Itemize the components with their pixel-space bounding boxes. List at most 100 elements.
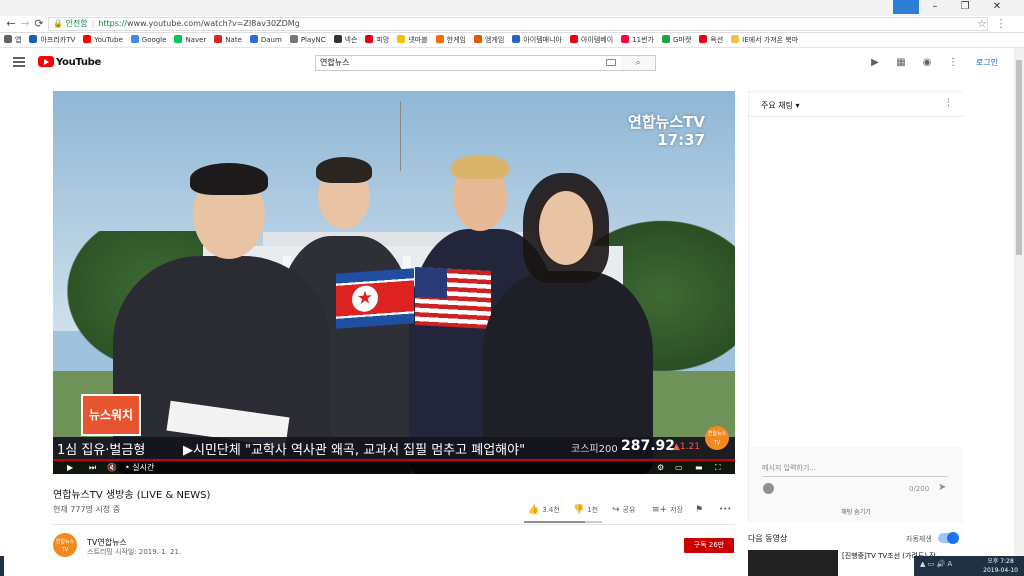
- messages-icon[interactable]: ◉: [921, 57, 933, 69]
- bookmark-item[interactable]: 아이템매니아: [512, 33, 562, 47]
- ticker-logo-line1: 연합뉴스: [707, 431, 727, 437]
- login-link[interactable]: 로그인: [976, 57, 998, 68]
- thumbs-down-icon: 👎: [573, 505, 585, 515]
- bookmark-item[interactable]: 아이템베이: [569, 33, 613, 47]
- bookmark-item[interactable]: 넥슨: [333, 33, 358, 47]
- bookmark-label: Google: [141, 36, 167, 44]
- tray-icons[interactable]: ▲ ▭ 🔊 A: [920, 560, 952, 568]
- ticker-headline: ▶시민단체 "교학사 역사관 왜곡, 교과서 집필 멈추고 폐업해야": [183, 443, 526, 458]
- bookmark-star-icon[interactable]: ☆: [975, 17, 989, 31]
- bookmark-item[interactable]: YouTube: [83, 33, 123, 47]
- bookmark-label: 앱: [15, 36, 22, 44]
- like-button[interactable]: 👍 3.4천: [528, 505, 560, 515]
- bookmark-label: 옥션: [710, 36, 724, 44]
- browser-profile-icon[interactable]: [893, 0, 919, 14]
- close-window-button[interactable]: ✕: [984, 0, 1010, 14]
- video-title: 연합뉴스TV 생방송 (LIVE & NEWS): [53, 490, 211, 501]
- channel-watermark: 연합뉴스TV 17:37: [628, 113, 705, 149]
- bookmark-favicon-icon: [174, 35, 183, 43]
- theater-mode-icon[interactable]: ▬: [695, 461, 703, 474]
- autoplay-toggle[interactable]: [938, 532, 959, 544]
- bookmark-item[interactable]: Naver: [174, 33, 206, 47]
- send-icon[interactable]: ➤: [938, 482, 946, 493]
- bookmark-favicon-icon: [512, 35, 521, 43]
- bookmark-item[interactable]: Google: [130, 33, 167, 47]
- youtube-play-icon: [38, 56, 54, 67]
- chat-more-icon[interactable]: ⋮: [944, 98, 953, 108]
- bookmark-item[interactable]: 한게임: [435, 33, 466, 47]
- youtube-logo[interactable]: YouTube: [38, 56, 101, 70]
- minimize-button[interactable]: –: [922, 0, 948, 14]
- video-camera-icon[interactable]: ▶: [869, 57, 881, 69]
- restore-button[interactable]: ❐: [952, 0, 978, 14]
- bookmark-label: YouTube: [94, 36, 123, 44]
- bookmark-favicon-icon: [365, 35, 374, 43]
- chat-mode-dropdown[interactable]: 주요 채팅 ▾: [761, 100, 800, 111]
- scrollbar-thumb[interactable]: [1016, 60, 1022, 255]
- like-ratio-bar: [524, 521, 602, 523]
- search-input[interactable]: 연합뉴스: [315, 55, 622, 71]
- live-indicator[interactable]: • 실시간: [125, 461, 154, 474]
- bookmark-label: Daum: [260, 36, 282, 44]
- hide-chat-button[interactable]: 채팅 숨기기: [749, 507, 963, 516]
- apps-grid-icon[interactable]: ▦: [895, 57, 907, 69]
- more-vert-icon[interactable]: ⋮: [947, 57, 959, 69]
- back-button[interactable]: ←: [4, 17, 18, 31]
- logo-text: YouTube: [56, 57, 101, 68]
- subscribe-button[interactable]: 구독 26만: [684, 538, 734, 553]
- url-text: www.youtube.com/watch?v=ZI8av30ZDMg: [127, 19, 300, 28]
- chat-message-input[interactable]: 메시지 입력하기...: [762, 463, 948, 477]
- bookmark-item[interactable]: 아프리카TV: [29, 33, 75, 47]
- browser-menu-icon[interactable]: ⋮: [994, 17, 1008, 31]
- bookmark-item[interactable]: G마켓: [661, 33, 691, 47]
- bookmark-label: 아이템매니아: [523, 36, 562, 44]
- report-button[interactable]: ⚑: [695, 505, 706, 515]
- next-video-thumbnail[interactable]: [748, 550, 838, 576]
- share-button[interactable]: ↪ 공유: [612, 505, 635, 515]
- system-clock[interactable]: 오후 7:28 2019-04-10: [983, 557, 1018, 575]
- bookmark-item[interactable]: 피망: [365, 33, 389, 47]
- forward-button[interactable]: →: [18, 17, 32, 31]
- more-actions-button[interactable]: •••: [719, 505, 731, 513]
- bookmark-item[interactable]: 옥션: [699, 33, 724, 47]
- viewer-count: 현재 777명 시청 중: [53, 505, 121, 514]
- ticker-channel-logo: 연합뉴스 TV: [705, 426, 729, 450]
- bookmark-item[interactable]: 앱: [4, 33, 22, 47]
- bookmark-item[interactable]: 11번가: [621, 33, 654, 47]
- save-button[interactable]: ≡+ 저장: [652, 505, 683, 515]
- dislike-button[interactable]: 👎 1천: [573, 505, 598, 515]
- share-label: 공유: [622, 506, 636, 514]
- settings-icon[interactable]: ⚙: [657, 461, 664, 474]
- bookmark-favicon-icon: [29, 35, 38, 43]
- chat-messages: [749, 117, 963, 447]
- bookmark-favicon-icon: [289, 35, 298, 43]
- news-ticker: 1심 집유·벌금형 ▶시민단체 "교학사 역사관 왜곡, 교과서 집필 멈추고 …: [53, 437, 735, 459]
- hamburger-menu-icon[interactable]: [13, 57, 25, 67]
- search-button[interactable]: ⌕: [621, 55, 656, 71]
- page-scrollbar[interactable]: [1014, 48, 1024, 576]
- bookmark-label: 넥슨: [344, 36, 358, 44]
- address-bar[interactable]: 🔒 안전함 | https://www.youtube.com/watch?v=ZI…: [48, 17, 988, 31]
- play-icon[interactable]: ▶: [67, 461, 73, 474]
- reload-button[interactable]: ⟳: [32, 17, 46, 31]
- mute-icon[interactable]: 🔇: [107, 461, 117, 474]
- keyboard-icon[interactable]: [606, 59, 616, 66]
- video-player[interactable]: ★ 연합뉴스TV 17:37 뉴스워치 1심 집유·벌금형 ▶시민단체 "교학사…: [53, 91, 735, 474]
- fullscreen-icon[interactable]: ⛶: [715, 461, 721, 474]
- bookmark-item[interactable]: 넷마블: [397, 33, 428, 47]
- next-video-icon[interactable]: ⏭: [89, 461, 96, 474]
- autoplay-label: 자동재생: [906, 535, 932, 543]
- kospi-change: ▲1.21: [673, 442, 700, 452]
- bookmark-favicon-icon: [731, 35, 740, 43]
- bookmark-item[interactable]: PlayNC: [289, 33, 326, 47]
- bookmark-favicon-icon: [621, 35, 630, 43]
- miniplayer-icon[interactable]: ▭: [675, 461, 683, 474]
- bookmark-item[interactable]: Nate: [214, 33, 242, 47]
- bookmark-item[interactable]: 엠게임: [473, 33, 504, 47]
- bookmark-label: IE에서 가져온 북마: [742, 36, 799, 44]
- bookmark-item[interactable]: IE에서 가져온 북마: [731, 33, 799, 47]
- emoji-icon[interactable]: [763, 483, 774, 494]
- channel-avatar[interactable]: 연합뉴스 TV: [53, 533, 77, 557]
- bookmark-item[interactable]: Daum: [249, 33, 282, 47]
- bookmark-favicon-icon: [83, 35, 92, 43]
